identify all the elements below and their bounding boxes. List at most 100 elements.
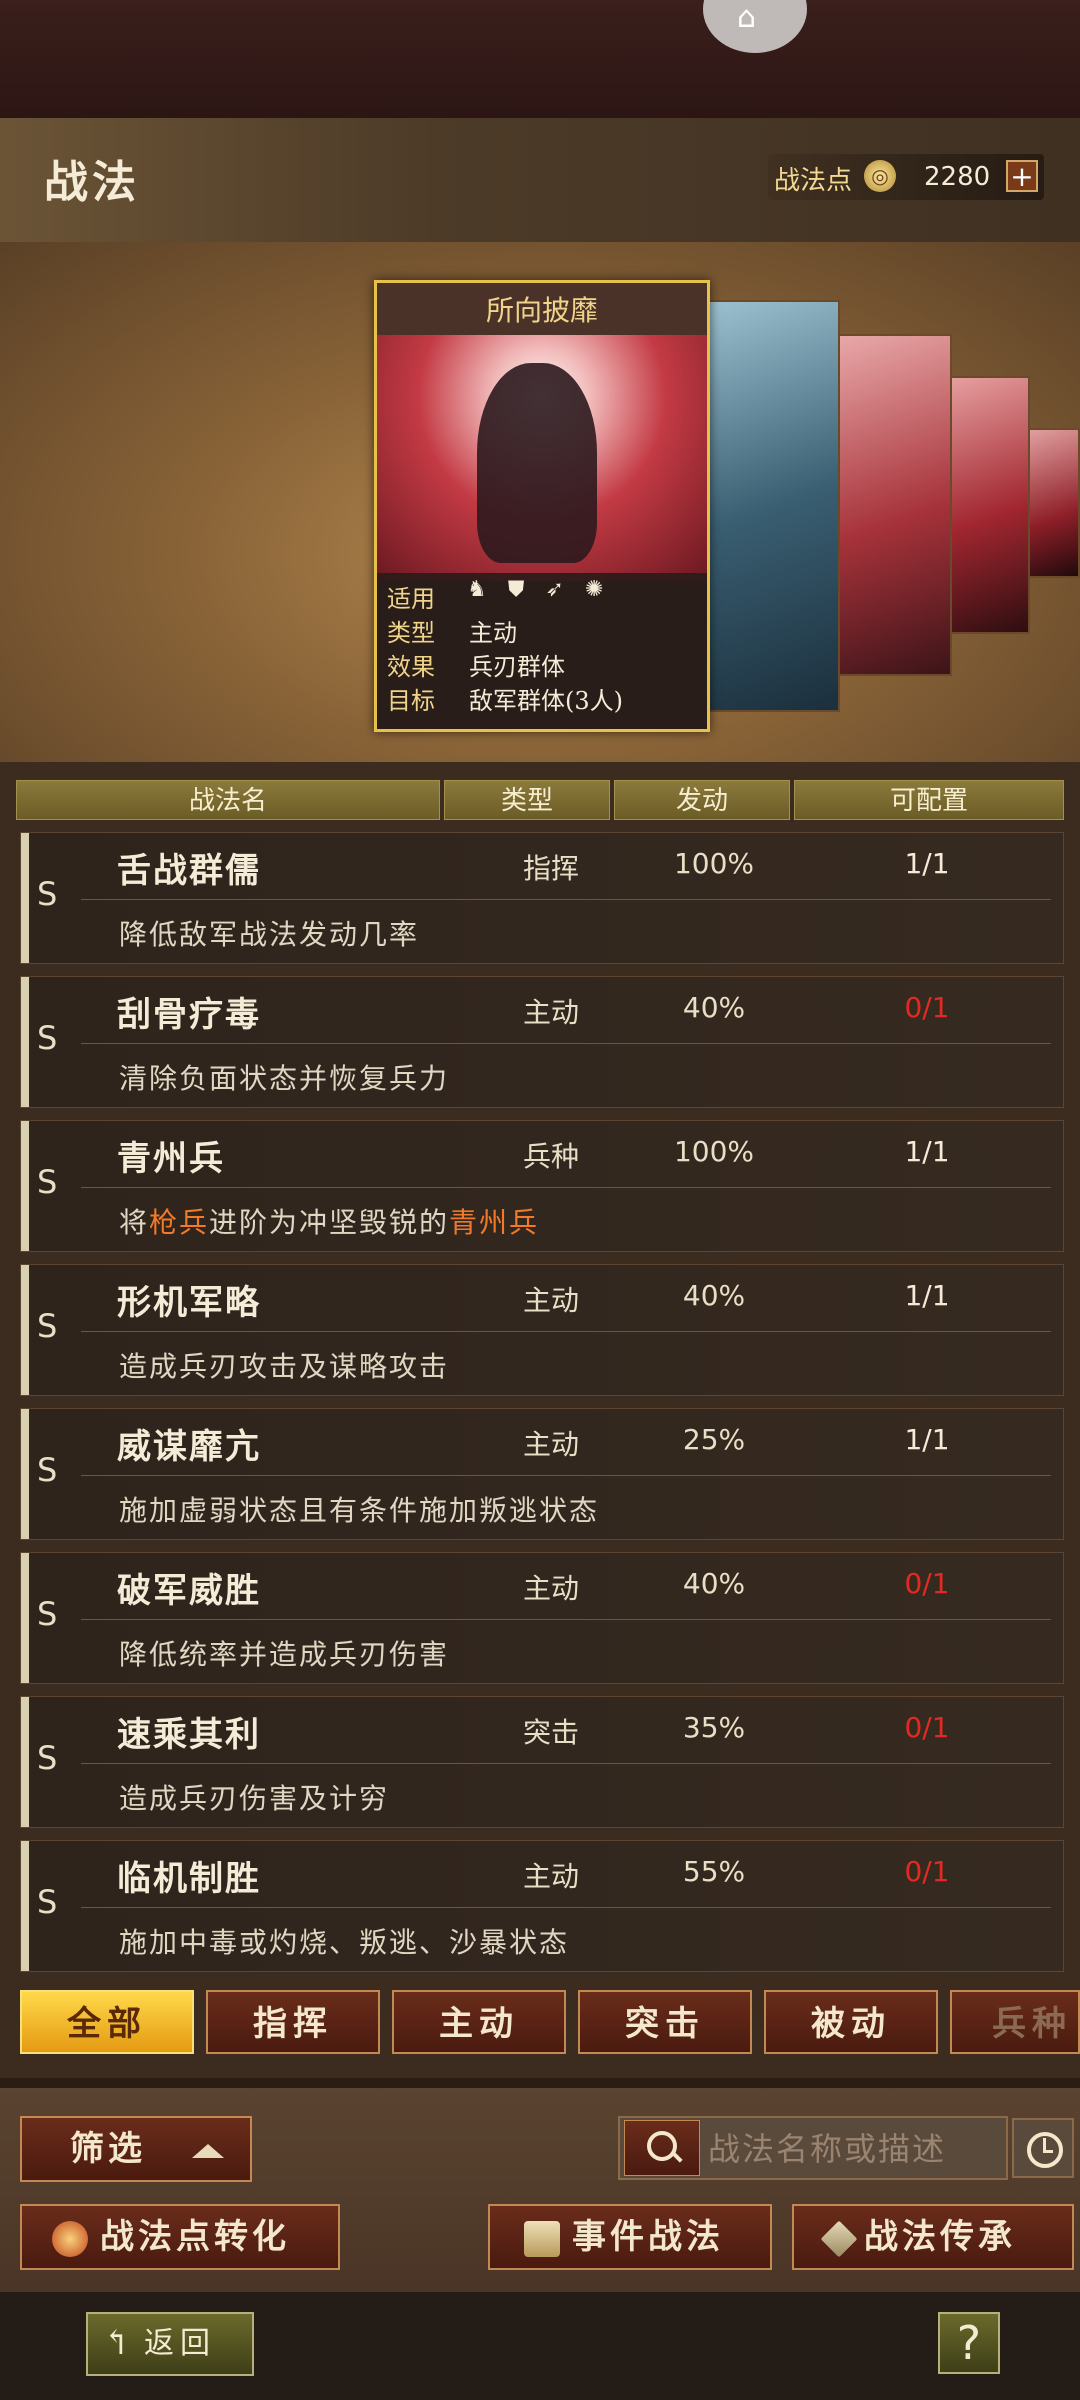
row-divider [81,1331,1051,1332]
column-header-type[interactable]: 类型 [444,780,610,820]
tactic-name: 青州兵 [117,1139,225,1179]
warrior-silhouette [477,363,597,563]
info-key: 目标 [387,687,435,715]
tactic-row[interactable]: S 形机军略 主动 40% 1/1 造成兵刃攻击及谋略攻击 [20,1264,1064,1396]
tactic-name: 速乘其利 [117,1715,261,1755]
points-value: 2280 [924,162,991,192]
history-clock-icon[interactable] [1012,2118,1074,2178]
event-tactics-button[interactable]: 事件战法 [488,2204,772,2270]
tactic-grade: S [37,1883,58,1921]
tactic-desc: 造成兵刃攻击及谋略攻击 [119,1350,450,1383]
tactic-row[interactable]: S 临机制胜 主动 55% 0/1 施加中毒或灼烧、叛逃、沙暴状态 [20,1840,1064,1972]
tactic-card-preview[interactable] [1026,428,1080,578]
coin-icon: ◎ [864,160,896,192]
unit-type-icons: ♞ ⛊ ➶ ✺ [467,577,619,602]
tactic-config: 0/1 [904,1567,950,1600]
tactic-grade: S [37,1019,58,1057]
row-divider [81,1187,1051,1188]
help-button[interactable]: ? [938,2312,1000,2374]
convert-points-button[interactable]: 战法点转化 [20,2204,340,2270]
shield-icon: ⛊ [507,577,525,602]
chevron-up-icon [192,2144,224,2158]
tactic-row[interactable]: S 威谋靡亢 主动 25% 1/1 施加虚弱状态且有条件施加叛逃状态 [20,1408,1064,1540]
scroll-icon [524,2221,560,2257]
tactic-rate: 40% [682,1279,746,1312]
search-input[interactable] [706,2120,1006,2178]
card-title: 所向披靡 [485,294,598,327]
convert-label: 战法点转化 [100,2217,290,2257]
tactic-type: 主动 [522,1860,579,1893]
page-title: 战法 [44,157,140,208]
tactic-config: 1/1 [904,1135,950,1168]
tab-active[interactable]: 主动 [392,1990,566,2054]
info-value: 敌军群体(3人) [469,687,623,715]
tactic-type: 指挥 [522,852,579,885]
tab-all[interactable]: 全部 [20,1990,194,2054]
card-info-row: 类型 主动 [387,613,517,648]
tactic-config: 0/1 [904,991,950,1024]
card-info-row: 适用 [387,579,469,614]
tactic-row[interactable]: S 破军威胜 主动 40% 0/1 降低统率并造成兵刃伤害 [20,1552,1064,1684]
back-arrow-icon: ↰ [102,2323,137,2363]
tactic-row[interactable]: S 刮骨疗毒 主动 40% 0/1 清除负面状态并恢复兵力 [20,976,1064,1108]
grade-strip [21,833,29,963]
tactic-grade: S [37,1595,58,1633]
search-icon[interactable] [624,2120,700,2176]
tactic-grade: S [37,875,58,913]
tactic-rate: 40% [682,991,746,1024]
row-divider [81,1763,1051,1764]
grade-strip [21,1265,29,1395]
tactic-desc: 将枪兵进阶为冲坚毁锐的青州兵 [119,1201,539,1241]
tactic-row[interactable]: S 舌战群儒 指挥 100% 1/1 降低敌军战法发动几率 [20,832,1064,964]
info-key: 效果 [387,653,435,681]
tactic-row[interactable]: S 速乘其利 突击 35% 0/1 造成兵刃伤害及计穷 [20,1696,1064,1828]
tactic-type: 主动 [522,1572,579,1605]
card-info: 适用 ♞ ⛊ ➶ ✺ 类型 主动 效果 兵刃群体 目标 敌军群体(3人) [377,573,707,729]
tactic-card-preview[interactable] [944,376,1030,634]
tactic-type: 主动 [522,996,579,1029]
tab-assault[interactable]: 突击 [578,1990,752,2054]
tactic-desc: 降低统率并造成兵刃伤害 [119,1638,450,1671]
grade-strip [21,1697,29,1827]
tactic-type: 主动 [522,1428,579,1461]
tactic-name: 形机军略 [117,1283,261,1323]
column-header-name[interactable]: 战法名 [16,780,440,820]
tactic-name: 临机制胜 [117,1859,261,1899]
tab-command[interactable]: 指挥 [206,1990,380,2054]
card-info-row: 目标 敌军群体(3人) [387,681,623,716]
points-label: 战法点 [774,166,853,196]
tactic-card-preview[interactable] [832,334,952,676]
grade-strip [21,1553,29,1683]
tab-passive[interactable]: 被动 [764,1990,938,2054]
tactic-grade: S [37,1451,58,1489]
tactic-grade: S [37,1739,58,1777]
selected-tactic-card[interactable]: 所向披靡 适用 ♞ ⛊ ➶ ✺ 类型 主动 效果 兵刃群体 目标 敌军群体(3人) [374,280,710,732]
flame-coin-icon [52,2221,88,2257]
tactic-type: 突击 [522,1716,579,1749]
info-value: 主动 [469,619,517,647]
tactic-rate: 40% [682,1567,746,1600]
row-divider [81,899,1051,900]
tactic-card-preview[interactable] [706,300,840,712]
back-button[interactable]: ↰ 返回 [86,2312,254,2376]
tactic-rate: 100% [673,1135,755,1168]
tab-troop[interactable]: 兵种 [950,1990,1080,2054]
tactic-config: 1/1 [904,847,950,880]
column-headers: 战法名 类型 发动 可配置 [16,780,1064,820]
row-divider [81,1907,1051,1908]
tactic-row[interactable]: S 青州兵 兵种 100% 1/1 将枪兵进阶为冲坚毁锐的青州兵 [20,1120,1064,1252]
grade-strip [21,977,29,1107]
grade-strip [21,1121,29,1251]
grade-strip [21,1409,29,1539]
filter-button[interactable]: 筛选 [20,2116,252,2182]
desc-text: 进阶为冲坚毁锐的 [209,1206,450,1239]
grade-strip [21,1841,29,1971]
tactic-name: 威谋靡亢 [117,1427,261,1467]
add-points-button[interactable]: + [1006,160,1038,192]
card-info-row: 效果 兵刃群体 [387,647,565,682]
column-header-rate[interactable]: 发动 [614,780,790,820]
tactic-grade: S [37,1307,58,1345]
column-header-config[interactable]: 可配置 [794,780,1064,820]
cavalry-icon: ♞ [467,577,487,602]
inherit-tactics-button[interactable]: 战法传承 [792,2204,1074,2270]
